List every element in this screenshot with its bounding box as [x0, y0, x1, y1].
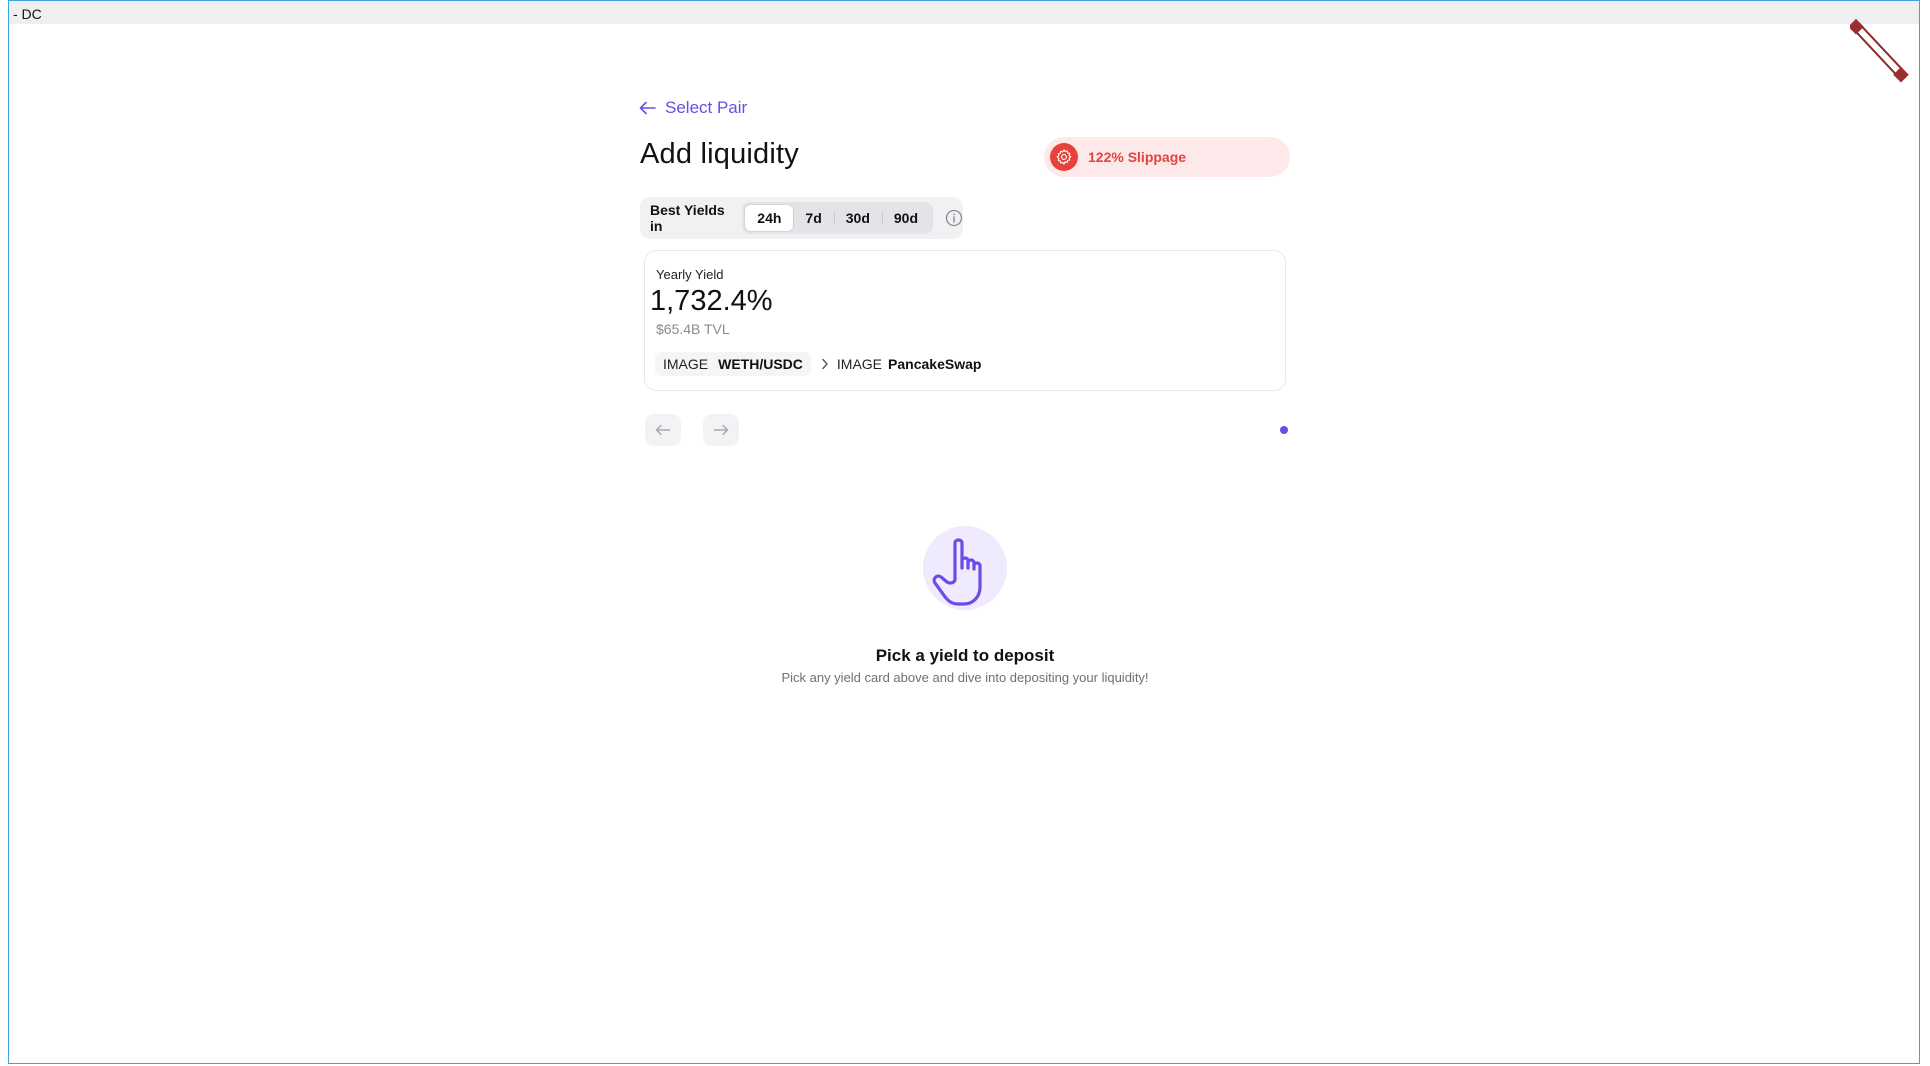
- pagination-dot[interactable]: [1280, 426, 1288, 434]
- protocol-image: IMAGE: [836, 356, 883, 372]
- resize-handle[interactable]: [1850, 10, 1930, 90]
- yield-period-filter: Best Yields in 24h 7d 30d 90d: [640, 197, 963, 239]
- yield-route: IMAGE WETH/USDC IMAGE PancakeSwap: [655, 352, 981, 376]
- select-pair-back-link[interactable]: Select Pair: [639, 98, 747, 118]
- arrow-right-icon: [713, 424, 729, 436]
- yearly-yield-value: 1,732.4%: [650, 285, 773, 317]
- pair-token-image: IMAGE: [663, 356, 709, 372]
- gear-icon: [1050, 143, 1078, 171]
- previous-page-button[interactable]: [645, 414, 681, 446]
- period-option-7d[interactable]: 7d: [793, 205, 833, 231]
- info-icon[interactable]: [945, 209, 963, 227]
- window-titlebar: - DC: [9, 1, 1919, 24]
- page-title: Add liquidity: [640, 138, 799, 170]
- protocol-chip: IMAGE PancakeSwap: [837, 356, 982, 372]
- arrow-left-icon: [639, 101, 656, 115]
- yield-card[interactable]: Yearly Yield 1,732.4% $65.4B TVL IMAGE W…: [644, 250, 1286, 391]
- period-segmented-control: 24h 7d 30d 90d: [742, 202, 933, 234]
- window-title: - DC: [13, 6, 42, 22]
- period-option-24h[interactable]: 24h: [745, 205, 794, 231]
- next-page-button[interactable]: [703, 414, 739, 446]
- slippage-label: 122% Slippage: [1088, 149, 1187, 165]
- slippage-settings-button[interactable]: 122% Slippage: [1044, 137, 1290, 177]
- period-option-30d[interactable]: 30d: [833, 205, 882, 231]
- tvl-value: $65.4B TVL: [656, 321, 730, 337]
- pointing-hand-icon: [923, 526, 1007, 610]
- yearly-yield-label: Yearly Yield: [656, 267, 724, 282]
- yield-filter-label: Best Yields in: [650, 202, 725, 234]
- empty-state-title: Pick a yield to deposit: [875, 646, 1055, 665]
- period-option-90d[interactable]: 90d: [881, 205, 930, 231]
- pair-name: WETH/USDC: [718, 356, 803, 372]
- empty-state-subtitle: Pick any yield card above and dive into …: [781, 670, 1149, 685]
- chevron-right-icon: [821, 358, 829, 370]
- pair-chip: IMAGE WETH/USDC: [655, 352, 811, 376]
- protocol-name: PancakeSwap: [888, 356, 982, 372]
- back-link-label: Select Pair: [665, 98, 748, 117]
- arrow-left-icon: [655, 424, 671, 436]
